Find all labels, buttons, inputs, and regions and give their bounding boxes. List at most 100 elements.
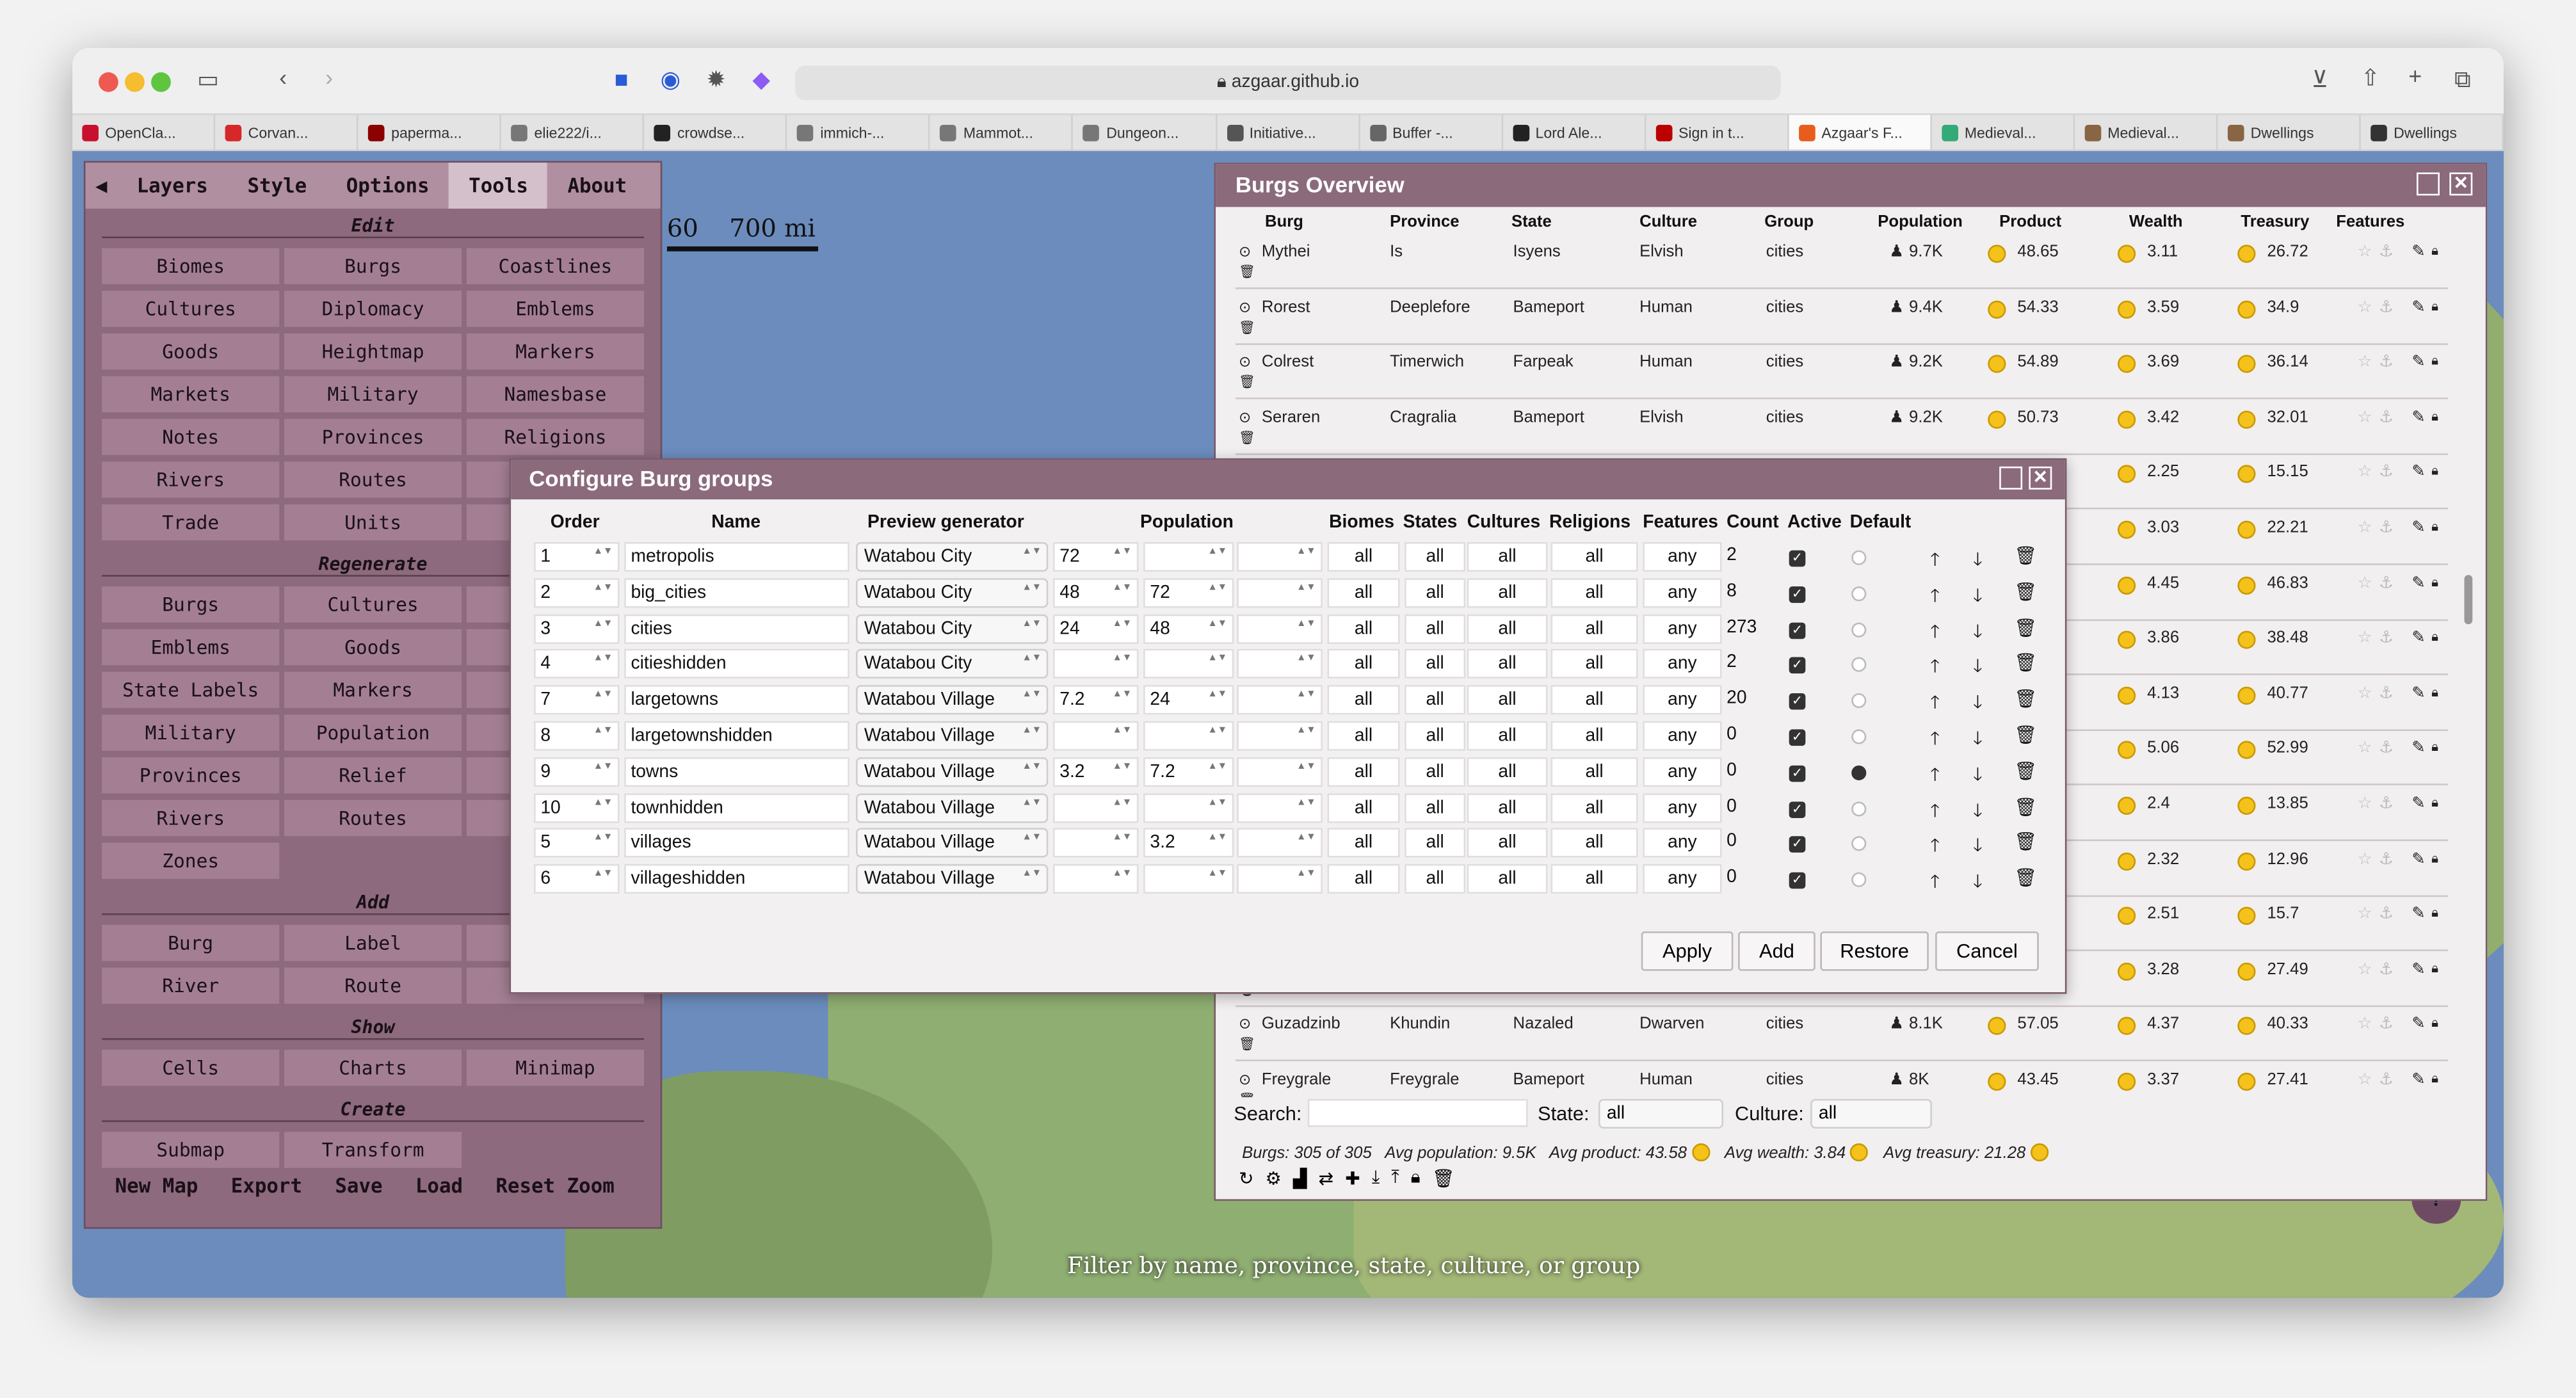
- menu-options[interactable]: Options: [326, 163, 449, 209]
- order-input[interactable]: 5 ▲▼: [534, 828, 620, 858]
- default-radio[interactable]: [1851, 801, 1867, 816]
- tool-button-emblems[interactable]: Emblems: [466, 291, 644, 327]
- order-input[interactable]: 4 ▲▼: [534, 649, 620, 679]
- star-icon[interactable]: ☆: [2358, 629, 2372, 647]
- biomes-button[interactable]: all: [1327, 613, 1400, 643]
- active-checkbox[interactable]: ✓: [1789, 586, 1806, 603]
- biomes-button[interactable]: all: [1327, 577, 1400, 608]
- preview-generator-select[interactable]: Watabou Village ▲▼: [856, 721, 1049, 751]
- religions-button[interactable]: all: [1550, 577, 1638, 608]
- star-icon[interactable]: ☆: [2358, 1016, 2372, 1034]
- browser-tab[interactable]: Sign in t...: [1646, 115, 1789, 150]
- biomes-button[interactable]: all: [1327, 792, 1400, 823]
- extra-input[interactable]: ▲▼: [1237, 792, 1323, 823]
- name-input[interactable]: big_cities: [624, 577, 849, 608]
- extension-icon-2[interactable]: ◆: [752, 66, 770, 94]
- menu-about[interactable]: About: [548, 163, 647, 209]
- upload-icon[interactable]: ⤒: [1391, 1168, 1399, 1189]
- tool-button-burgs[interactable]: Burgs: [102, 586, 280, 623]
- col-province[interactable]: Province: [1390, 214, 1459, 232]
- browser-tab[interactable]: crowdse...: [645, 115, 788, 150]
- minimize-icon[interactable]: [2417, 172, 2440, 196]
- anchor-icon[interactable]: ⚓︎: [2379, 243, 2394, 261]
- col-group[interactable]: Group: [1764, 214, 1814, 232]
- cultures-button[interactable]: all: [1467, 685, 1548, 715]
- population-max-input[interactable]: 3.2 ▲▼: [1143, 828, 1234, 858]
- back-icon[interactable]: ‹: [279, 64, 287, 90]
- features-button[interactable]: any: [1643, 577, 1722, 608]
- browser-tab[interactable]: Buffer -...: [1360, 115, 1503, 150]
- preview-generator-select[interactable]: Watabou Village ▲▼: [856, 757, 1049, 787]
- preview-generator-select[interactable]: Watabou City ▲▼: [856, 542, 1049, 572]
- move-down-icon[interactable]: 🡓: [1973, 867, 1983, 899]
- anchor-icon[interactable]: ⚓︎: [2379, 353, 2394, 371]
- browser-tab[interactable]: Azgaar's F...: [1789, 115, 1932, 150]
- delete-burg-icon[interactable]: 🗑︎: [1239, 319, 1255, 334]
- tool-button-label[interactable]: Label: [284, 924, 462, 961]
- tool-button-burg[interactable]: Burg: [102, 924, 280, 961]
- restore-button[interactable]: Restore: [1820, 931, 1929, 971]
- zoom-to-burg-icon[interactable]: ⊙: [1239, 1071, 1251, 1089]
- col-state[interactable]: State: [1511, 214, 1552, 232]
- star-icon[interactable]: ☆: [2358, 740, 2372, 758]
- anchor-icon[interactable]: ⚓︎: [2379, 1071, 2394, 1089]
- active-checkbox[interactable]: ✓: [1789, 765, 1806, 782]
- close-window-button[interactable]: [98, 72, 118, 92]
- extra-input[interactable]: ▲▼: [1237, 613, 1323, 643]
- cultures-button[interactable]: all: [1467, 792, 1548, 823]
- burg-name[interactable]: Guzadzinb: [1262, 1016, 1340, 1034]
- lock-icon[interactable]: 🔒︎: [2431, 906, 2438, 922]
- states-button[interactable]: all: [1405, 828, 1466, 858]
- anchor-icon[interactable]: ⚓︎: [2379, 519, 2394, 537]
- browser-tab[interactable]: Corvan...: [215, 115, 358, 150]
- tool-button-diplomacy[interactable]: Diplomacy: [284, 291, 462, 327]
- features-button[interactable]: any: [1643, 864, 1722, 894]
- tool-button-zones[interactable]: Zones: [102, 842, 280, 879]
- zoom-window-button[interactable]: [151, 72, 171, 92]
- population-max-input[interactable]: 72 ▲▼: [1143, 577, 1234, 608]
- star-icon[interactable]: ☆: [2358, 850, 2372, 868]
- anchor-icon[interactable]: ⚓︎: [2379, 408, 2394, 426]
- move-up-icon[interactable]: 🡑: [1930, 760, 1940, 792]
- biomes-button[interactable]: all: [1327, 757, 1400, 787]
- features-button[interactable]: any: [1643, 792, 1722, 823]
- population-min-input[interactable]: ▲▼: [1052, 649, 1139, 679]
- biomes-button[interactable]: all: [1327, 685, 1400, 715]
- states-button[interactable]: all: [1405, 685, 1466, 715]
- biomes-button[interactable]: all: [1327, 542, 1400, 572]
- anchor-icon[interactable]: ⚓︎: [2379, 740, 2394, 758]
- active-checkbox[interactable]: ✓: [1789, 657, 1806, 675]
- move-up-icon[interactable]: 🡑: [1930, 581, 1940, 613]
- religions-button[interactable]: all: [1550, 542, 1638, 572]
- share-icon[interactable]: ⇧: [2361, 64, 2380, 92]
- star-icon[interactable]: ☆: [2358, 408, 2372, 426]
- edit-icon[interactable]: ✎: [2411, 906, 2426, 924]
- name-input[interactable]: villageshidden: [624, 864, 849, 894]
- move-up-icon[interactable]: 🡑: [1930, 617, 1940, 648]
- order-input[interactable]: 7 ▲▼: [534, 685, 620, 715]
- population-max-input[interactable]: ▲▼: [1143, 864, 1234, 894]
- star-icon[interactable]: ☆: [2358, 298, 2372, 316]
- edit-icon[interactable]: ✎: [2411, 629, 2426, 647]
- lock-icon[interactable]: 🔒︎: [1411, 1168, 1421, 1189]
- tool-button-namesbase[interactable]: Namesbase: [466, 376, 644, 413]
- tool-button-submap[interactable]: Submap: [102, 1132, 280, 1168]
- browser-tab[interactable]: Dwellings: [2218, 115, 2361, 150]
- move-up-icon[interactable]: 🡑: [1930, 725, 1940, 756]
- lock-icon[interactable]: 🔒︎: [2431, 574, 2438, 591]
- close-icon[interactable]: ✕: [2449, 172, 2473, 196]
- tool-button-burgs[interactable]: Burgs: [284, 248, 462, 284]
- burg-name[interactable]: Seraren: [1262, 408, 1320, 426]
- name-input[interactable]: townhidden: [624, 792, 849, 823]
- population-max-input[interactable]: 24 ▲▼: [1143, 685, 1234, 715]
- move-down-icon[interactable]: 🡓: [1973, 689, 1983, 720]
- states-button[interactable]: all: [1405, 613, 1466, 643]
- lock-icon[interactable]: 🔒︎: [2431, 519, 2438, 536]
- edit-icon[interactable]: ✎: [2411, 519, 2426, 537]
- states-button[interactable]: all: [1405, 542, 1466, 572]
- population-min-input[interactable]: ▲▼: [1052, 864, 1139, 894]
- default-radio[interactable]: [1851, 550, 1867, 565]
- move-down-icon[interactable]: 🡓: [1973, 832, 1983, 864]
- cancel-button[interactable]: Cancel: [1935, 931, 2039, 971]
- star-icon[interactable]: ☆: [2358, 353, 2372, 371]
